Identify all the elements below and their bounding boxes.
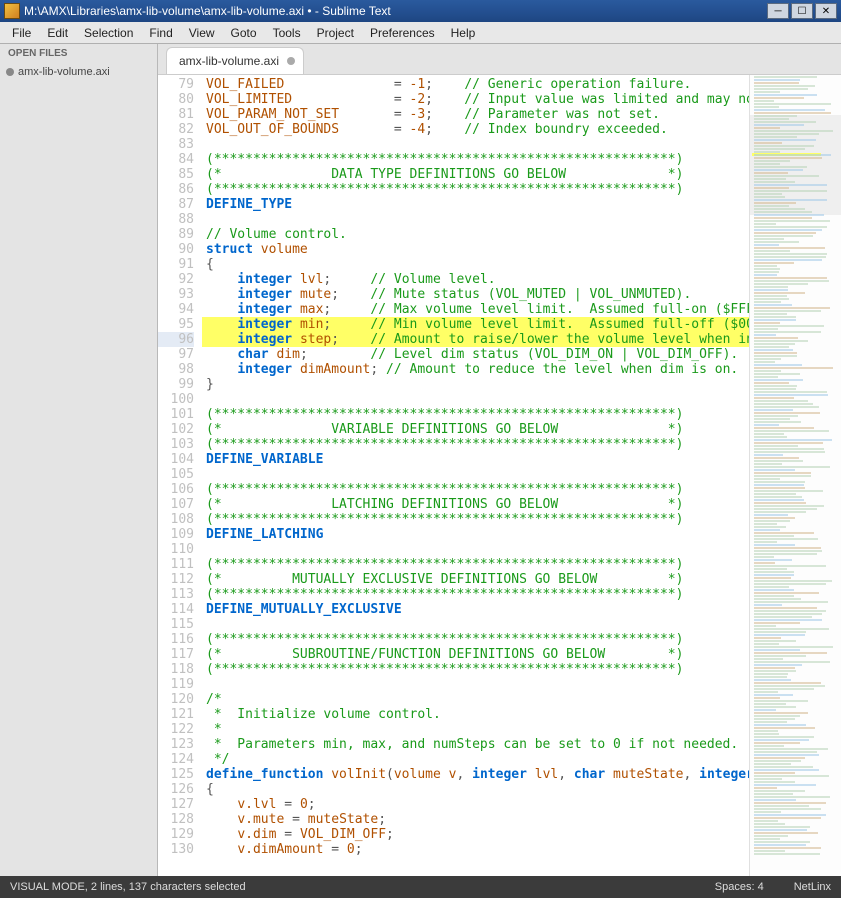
status-syntax[interactable]: NetLinx [794,881,831,893]
code-line[interactable] [202,392,749,407]
code-line[interactable]: * Parameters min, max, and numSteps can … [202,737,749,752]
menu-edit[interactable]: Edit [39,24,76,42]
maximize-button[interactable]: ☐ [791,3,813,19]
code-line[interactable]: struct volume [202,242,749,257]
tabbar: amx-lib-volume.axi [158,44,841,74]
code-line[interactable]: integer mute; // Mute status (VOL_MUTED … [202,287,749,302]
code-line[interactable]: VOL_OUT_OF_BOUNDS = -4; // Index boundry… [202,122,749,137]
tab-file[interactable]: amx-lib-volume.axi [166,47,304,74]
code-line[interactable]: VOL_FAILED = -1; // Generic operation fa… [202,77,749,92]
code-line[interactable]: DEFINE_MUTUALLY_EXCLUSIVE [202,602,749,617]
code-line[interactable] [202,137,749,152]
code-line[interactable]: (***************************************… [202,182,749,197]
titlebar[interactable]: M:\AMX\Libraries\amx-lib-volume\amx-lib-… [0,0,841,22]
code-line[interactable]: /* [202,692,749,707]
sidebar: OPEN FILES amx-lib-volume.axi [0,44,158,876]
code-line[interactable]: (***************************************… [202,512,749,527]
code-line[interactable]: */ [202,752,749,767]
code-line[interactable]: v.dimAmount = 0; [202,842,749,857]
code-line[interactable]: integer lvl; // Volume level. [202,272,749,287]
code-line[interactable]: (***************************************… [202,407,749,422]
code-line[interactable]: { [202,782,749,797]
status-mode: VISUAL MODE, 2 lines, 137 characters sel… [10,881,246,893]
menu-view[interactable]: View [181,24,223,42]
code-line[interactable]: DEFINE_VARIABLE [202,452,749,467]
code-body[interactable]: VOL_FAILED = -1; // Generic operation fa… [202,75,749,876]
editor[interactable]: 7980818283848586878889909192939495969798… [158,74,841,876]
code-line[interactable]: (***************************************… [202,632,749,647]
menubar: File Edit Selection Find View Goto Tools… [0,22,841,44]
menu-tools[interactable]: Tools [265,24,309,42]
code-line[interactable]: (* DATA TYPE DEFINITIONS GO BELOW *) [202,167,749,182]
code-line[interactable]: v.lvl = 0; [202,797,749,812]
code-line[interactable]: integer max; // Max volume level limit. … [202,302,749,317]
code-line[interactable]: DEFINE_TYPE [202,197,749,212]
code-line[interactable]: define_function volInit(volume v, intege… [202,767,749,782]
menu-project[interactable]: Project [309,24,362,42]
code-line[interactable]: char dim; // Level dim status (VOL_DIM_O… [202,347,749,362]
code-line[interactable]: integer dimAmount; // Amount to reduce t… [202,362,749,377]
sidebar-file-item[interactable]: amx-lib-volume.axi [0,63,157,81]
code-line[interactable]: integer step; // Amount to raise/lower t… [202,332,749,347]
sidebar-open-files-heading: OPEN FILES [0,44,157,63]
line-number-gutter: 7980818283848586878889909192939495969798… [158,75,202,876]
code-line[interactable]: (* LATCHING DEFINITIONS GO BELOW *) [202,497,749,512]
menu-file[interactable]: File [4,24,39,42]
close-button[interactable]: ✕ [815,3,837,19]
window-title: M:\AMX\Libraries\amx-lib-volume\amx-lib-… [24,4,767,18]
menu-preferences[interactable]: Preferences [362,24,443,42]
code-line[interactable]: (***************************************… [202,587,749,602]
tab-dirty-icon[interactable] [287,57,295,65]
menu-find[interactable]: Find [141,24,180,42]
statusbar: VISUAL MODE, 2 lines, 137 characters sel… [0,876,841,898]
code-line[interactable]: v.mute = muteState; [202,812,749,827]
code-line[interactable]: (* MUTUALLY EXCLUSIVE DEFINITIONS GO BEL… [202,572,749,587]
menu-goto[interactable]: Goto [223,24,265,42]
code-line[interactable]: (***************************************… [202,437,749,452]
code-line[interactable]: * Initialize volume control. [202,707,749,722]
code-line[interactable] [202,542,749,557]
menu-selection[interactable]: Selection [76,24,141,42]
minimap[interactable] [749,75,841,876]
status-spaces[interactable]: Spaces: 4 [715,881,764,893]
code-line[interactable]: (***************************************… [202,152,749,167]
dirty-indicator-icon [6,68,14,76]
code-line[interactable]: // Volume control. [202,227,749,242]
code-line[interactable]: (***************************************… [202,557,749,572]
code-line[interactable]: } [202,377,749,392]
code-line[interactable]: (***************************************… [202,662,749,677]
menu-help[interactable]: Help [443,24,484,42]
code-line[interactable]: (* SUBROUTINE/FUNCTION DEFINITIONS GO BE… [202,647,749,662]
code-line[interactable]: { [202,257,749,272]
code-line[interactable]: (* VARIABLE DEFINITIONS GO BELOW *) [202,422,749,437]
code-line[interactable]: VOL_LIMITED = -2; // Input value was lim… [202,92,749,107]
code-line[interactable]: integer min; // Min volume level limit. … [202,317,749,332]
code-line[interactable]: VOL_PARAM_NOT_SET = -3; // Parameter was… [202,107,749,122]
code-line[interactable]: DEFINE_LATCHING [202,527,749,542]
code-line[interactable] [202,677,749,692]
code-line[interactable]: v.dim = VOL_DIM_OFF; [202,827,749,842]
code-line[interactable] [202,467,749,482]
sidebar-file-label: amx-lib-volume.axi [18,66,110,78]
code-line[interactable]: * [202,722,749,737]
tab-label: amx-lib-volume.axi [179,54,279,68]
code-line[interactable] [202,617,749,632]
code-line[interactable]: (***************************************… [202,482,749,497]
code-line[interactable] [202,212,749,227]
minimize-button[interactable]: ─ [767,3,789,19]
app-icon [4,3,20,19]
